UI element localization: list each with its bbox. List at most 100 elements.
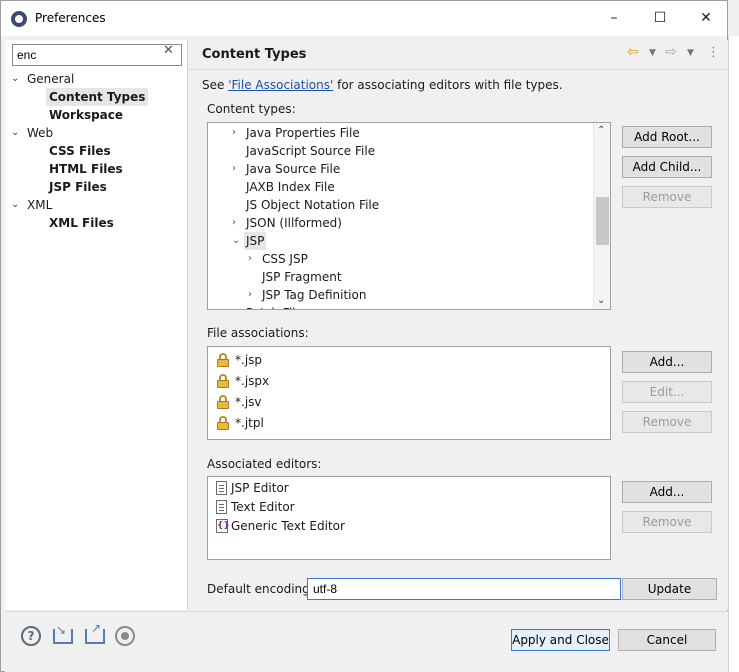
view-menu-icon[interactable]: ⋮ [707, 45, 720, 60]
close-window-button[interactable]: ✕ [683, 1, 729, 37]
collapse-chevron-icon[interactable]: › [232, 214, 242, 232]
tree-item[interactable]: Workspace [11, 106, 186, 124]
expand-chevron-icon[interactable]: ⌄ [232, 232, 242, 250]
content-type-item[interactable]: JS Object Notation File [208, 196, 594, 214]
lock-icon [216, 395, 230, 409]
content-types-tree[interactable]: › Java Properties File JavaScript Source F… [207, 122, 611, 310]
remove-association-button[interactable]: Remove [622, 411, 712, 433]
remove-content-type-button[interactable]: Remove [622, 186, 712, 208]
background-window-right [728, 36, 739, 672]
content-type-item[interactable]: JavaScript Source File [208, 142, 594, 160]
clear-filter-icon[interactable]: ✕ [163, 43, 174, 58]
default-encoding-input[interactable] [307, 578, 621, 600]
content-type-label: CSS JSP [262, 252, 308, 266]
record-icon[interactable] [115, 626, 135, 646]
tree-item-label: Content Types [46, 88, 149, 106]
content-type-label: JAXB Index File [246, 180, 335, 194]
page-header: Content Types ⇦ ▼ ⇨ ▼ ⋮ [189, 40, 728, 70]
tree-item-label: Workspace [49, 108, 124, 122]
file-association-item[interactable]: *.jtpl [208, 414, 588, 432]
update-encoding-button[interactable]: Update [622, 578, 717, 600]
tree-item[interactable]: ⌄ Web [11, 124, 186, 142]
forward-menu-chevron-icon[interactable]: ▼ [687, 48, 694, 58]
lock-icon [216, 374, 230, 388]
page-title: Content Types [202, 47, 307, 62]
remove-editor-button[interactable]: Remove [622, 511, 712, 533]
tree-item-label: XML [27, 198, 53, 212]
intro-prefix: See [202, 78, 229, 92]
filter-input[interactable] [12, 44, 182, 66]
add-association-button[interactable]: Add... [622, 351, 712, 373]
export-icon[interactable]: ↗ [85, 621, 105, 644]
dialog-footer: ? ↘ ↗ Apply and Close Cancel [5, 611, 729, 672]
content-type-item[interactable]: › Java Properties File [208, 124, 594, 142]
preferences-window: Preferences – ☐ ✕ ✕ ⌄ General Content Type… [0, 0, 739, 672]
collapse-chevron-icon[interactable]: › [232, 124, 242, 142]
editor-label: JSP Editor [231, 481, 289, 495]
cancel-button[interactable]: Cancel [618, 629, 716, 651]
back-arrow-icon[interactable]: ⇦ [627, 44, 639, 60]
collapse-chevron-icon[interactable]: › [248, 286, 258, 304]
file-associations-list[interactable]: *.jsp *.jspx *.jsv *.jtpl [207, 346, 611, 440]
file-association-label: *.jtpl [235, 416, 264, 430]
tree-item-label: HTML Files [49, 162, 123, 176]
content-type-item[interactable]: › JSP Tag Definition [208, 286, 594, 304]
expand-chevron-icon[interactable]: ⌄ [11, 124, 21, 142]
tree-item[interactable]: CSS Files [11, 142, 186, 160]
file-association-label: *.jspx [235, 374, 270, 388]
title-bar[interactable]: Preferences – ☐ ✕ [0, 0, 728, 36]
file-associations-link[interactable]: 'File Associations' [228, 78, 333, 92]
scroll-up-icon[interactable]: ⌃ [597, 125, 605, 136]
tree-item[interactable]: XML Files [11, 214, 186, 232]
content-type-label: JS Object Notation File [246, 198, 380, 212]
scroll-thumb[interactable] [596, 197, 609, 245]
import-icon[interactable]: ↘ [53, 623, 73, 644]
file-association-label: *.jsv [235, 395, 262, 409]
maximize-button[interactable]: ☐ [637, 1, 683, 37]
minimize-button[interactable]: – [591, 1, 637, 37]
tree-item[interactable]: ⌄ General [11, 70, 186, 88]
collapse-chevron-icon[interactable]: › [248, 250, 258, 268]
preference-navigation: ✕ ⌄ General Content Types Workspace ⌄ Web CSS … [5, 40, 188, 610]
editor-item[interactable]: Text Editor [208, 498, 588, 516]
tree-item[interactable]: JSP Files [11, 178, 186, 196]
add-root-button[interactable]: Add Root... [622, 126, 712, 148]
forward-arrow-icon[interactable]: ⇨ [665, 44, 677, 60]
content-type-item[interactable]: › JSON (Illformed) [208, 214, 594, 232]
tree-item[interactable]: ⌄ XML [11, 196, 186, 214]
tree-item-label: Web [27, 126, 54, 140]
editor-item[interactable]: JSP Editor [208, 479, 588, 497]
content-type-item[interactable]: ⌄ JSP [208, 232, 594, 250]
add-editor-button[interactable]: Add... [622, 481, 712, 503]
scroll-down-icon[interactable]: ⌄ [597, 295, 605, 306]
help-icon[interactable]: ? [21, 626, 41, 646]
associated-editors-list[interactable]: JSP Editor Text Editor {} Generic Text Edit… [207, 476, 611, 560]
content-type-item[interactable]: JAXB Index File [208, 178, 594, 196]
file-association-item[interactable]: *.jsp [208, 351, 588, 369]
edit-association-button[interactable]: Edit... [622, 381, 712, 403]
add-child-button[interactable]: Add Child... [622, 156, 712, 178]
file-association-item[interactable]: *.jsv [208, 393, 588, 411]
content-type-item[interactable]: JSP Fragment [208, 268, 594, 286]
apply-and-close-button[interactable]: Apply and Close [511, 629, 610, 651]
editor-item[interactable]: {} Generic Text Editor [208, 517, 588, 535]
eclipse-app-icon [11, 11, 27, 27]
content-type-label: JSON (Illformed) [246, 216, 342, 230]
content-type-item[interactable]: › CSS JSP [208, 250, 594, 268]
collapse-chevron-icon[interactable]: › [232, 160, 242, 178]
tree-item-label: General [27, 72, 75, 86]
content-type-item[interactable]: Patch File [208, 304, 594, 309]
editor-label: Text Editor [231, 500, 295, 514]
expand-chevron-icon[interactable]: ⌄ [11, 70, 21, 88]
tree-item[interactable]: Content Types [11, 88, 186, 106]
expand-chevron-icon[interactable]: ⌄ [11, 196, 21, 214]
tree-item[interactable]: HTML Files [11, 160, 186, 178]
generic-editor-icon: {} [216, 519, 230, 533]
content-types-page: Content Types ⇦ ▼ ⇨ ▼ ⋮ See 'File Associ… [189, 40, 728, 610]
file-association-item[interactable]: *.jspx [208, 372, 588, 390]
document-icon [216, 481, 227, 495]
content-type-item[interactable]: › Java Source File [208, 160, 594, 178]
content-types-scrollbar[interactable]: ⌃ ⌄ [593, 123, 610, 309]
document-icon [216, 500, 227, 514]
back-menu-chevron-icon[interactable]: ▼ [649, 48, 656, 58]
